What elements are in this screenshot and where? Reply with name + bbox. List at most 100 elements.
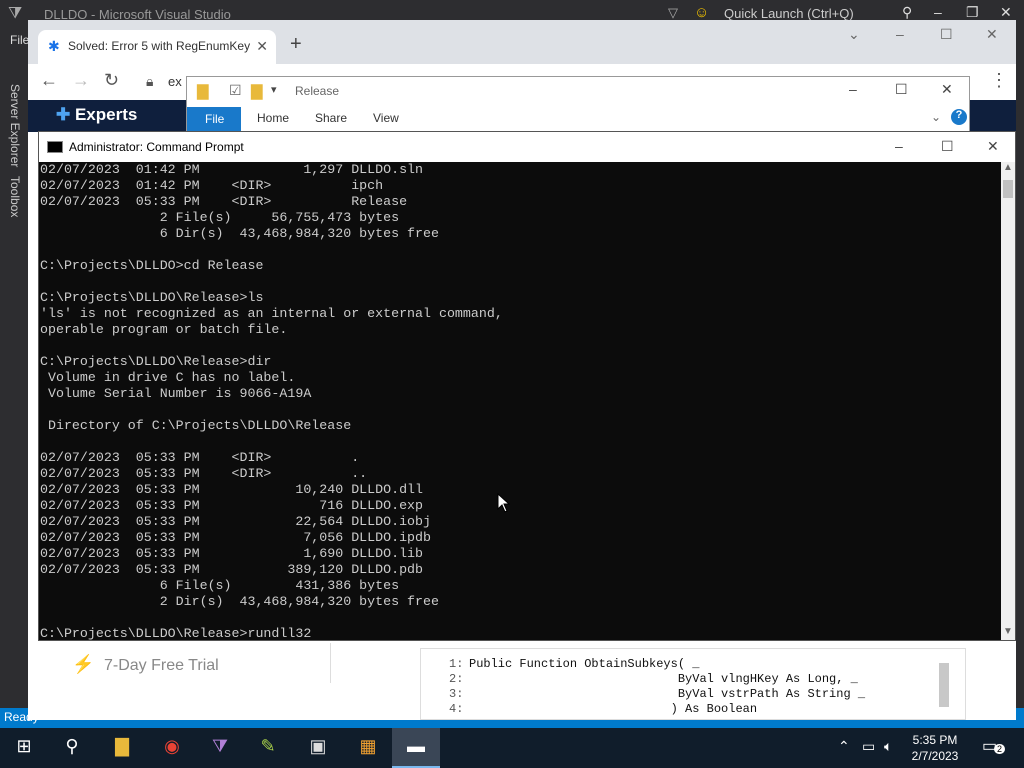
new-tab-icon[interactable]: + <box>290 33 302 56</box>
console-line: C:\Projects\DLLDO>cd Release <box>40 258 264 273</box>
free-trial-label: 7-Day Free Trial <box>104 657 219 674</box>
cmd-scrollbar[interactable]: ▲ ▼ <box>1001 162 1015 640</box>
properties-icon[interactable]: ☑ <box>229 82 242 99</box>
console-line: 'ls' is not recognized as an internal or… <box>40 306 503 321</box>
console-line: 02/07/2023 05:33 PM 389,120 DLLDO.pdb <box>40 562 424 577</box>
network-icon[interactable]: ▭ <box>862 738 875 755</box>
chrome-taskbar-button[interactable]: ◉ <box>148 728 196 768</box>
toolbox-tab[interactable]: Toolbox <box>8 176 22 217</box>
cmd-window-title: Administrator: Command Prompt <box>69 140 244 154</box>
experts-exchange-favicon-icon: ✱ <box>48 38 60 54</box>
code-snippet: 1: Public Function ObtainSubkeys( _ 2: B… <box>420 648 966 720</box>
chrome-maximize-icon[interactable]: ☐ <box>940 26 953 43</box>
search-button[interactable]: ⚲ <box>48 728 96 768</box>
clock-time: 5:35 PM <box>912 733 958 747</box>
windows-taskbar: ⊞ ⚲ ▇ ◉ ⧩ ✎ ▣ ▦ ▬ ⌃ ▭ 🔈︎ 5:35 PM 2/7/202… <box>0 728 1024 768</box>
search-icon: ⚲ <box>65 736 79 756</box>
browser-tab[interactable]: ✱ Solved: Error 5 with RegEnumKey ✕ <box>38 30 276 64</box>
show-hidden-icons-icon[interactable]: ⌃ <box>838 738 850 755</box>
tab-share[interactable]: Share <box>315 111 347 125</box>
cmd-close-icon[interactable]: ✕ <box>987 138 999 155</box>
console-line: Volume Serial Number is 9066-A19A <box>40 386 312 401</box>
reload-icon[interactable]: ↻ <box>104 70 119 91</box>
scroll-down-icon[interactable]: ▼ <box>1003 626 1013 637</box>
app-window-icon: ▣ <box>309 736 327 756</box>
code-line-number: 2: <box>449 672 464 686</box>
ribbon-expand-icon[interactable]: ⌄ <box>931 110 941 124</box>
tab-title: Solved: Error 5 with RegEnumKey <box>68 39 251 53</box>
back-icon[interactable]: ← <box>40 70 58 91</box>
lock-icon: 🔒︎ <box>146 73 154 89</box>
folder-icon: ▇ <box>115 736 129 756</box>
console-line: 6 File(s) 431,386 bytes <box>40 578 400 593</box>
app-taskbar-button[interactable]: ▣ <box>294 728 342 768</box>
close-icon[interactable]: ✕ <box>1000 4 1012 21</box>
tab-search-chevron-icon[interactable]: ⌄ <box>848 26 860 43</box>
windows-logo-icon: ⊞ <box>16 736 32 756</box>
free-trial-banner[interactable]: ⚡ 7-Day Free Trial <box>28 643 333 688</box>
chrome-close-icon[interactable]: ✕ <box>986 26 998 43</box>
address-bar[interactable]: ex <box>168 74 182 89</box>
new-folder-icon[interactable]: ▇ <box>251 82 263 100</box>
explorer-maximize-icon[interactable]: ☐ <box>895 81 908 98</box>
console-line: C:\Projects\DLLDO\Release>ls <box>40 290 264 305</box>
feedback-smiley-icon[interactable]: ☺ <box>694 4 709 21</box>
tab-home[interactable]: Home <box>257 111 289 125</box>
code-line: ByVal vstrPath As String _ <box>469 687 866 701</box>
cmd-taskbar-button[interactable]: ▬ <box>392 728 440 768</box>
code-line: Public Function ObtainSubkeys( _ <box>469 657 700 671</box>
console-line: 02/07/2023 05:33 PM 1,690 DLLDO.lib <box>40 546 424 561</box>
tab-close-icon[interactable]: ✕ <box>256 38 268 55</box>
mouse-cursor-icon <box>497 492 511 518</box>
cmd-maximize-icon[interactable]: ☐ <box>941 138 954 155</box>
app-de-taskbar-button[interactable]: ▦ <box>344 728 392 768</box>
explorer-minimize-icon[interactable]: – <box>849 81 857 97</box>
console-line: 2 File(s) 56,755,473 bytes <box>40 210 400 225</box>
cmd-minimize-icon[interactable]: – <box>895 138 903 154</box>
quick-access-dropdown-icon[interactable]: ▾ <box>271 83 277 96</box>
code-scrollbar[interactable] <box>939 663 949 707</box>
tab-file[interactable]: File <box>187 107 241 131</box>
filter-icon[interactable]: ▽ <box>668 5 678 21</box>
server-explorer-tab[interactable]: Server Explorer <box>8 84 22 167</box>
scroll-thumb[interactable] <box>1003 180 1013 198</box>
notepad-icon: ✎ <box>260 736 276 756</box>
code-line-number: 1: <box>449 657 464 671</box>
vs-menu-file[interactable]: File <box>10 33 29 47</box>
console-line: Volume in drive C has no label. <box>40 370 296 385</box>
action-center-icon[interactable]: ▭ 2 <box>982 736 1006 756</box>
minimize-icon[interactable]: – <box>934 4 942 20</box>
notification-badge: 2 <box>994 744 1006 754</box>
console-line: 02/07/2023 05:33 PM 10,240 DLLDO.dll <box>40 482 424 497</box>
notepad-taskbar-button[interactable]: ✎ <box>244 728 292 768</box>
restore-icon[interactable]: ❐ <box>966 4 979 21</box>
search-icon[interactable]: ⚲ <box>902 4 912 21</box>
experts-logo[interactable]: ✚ Experts <box>56 105 137 125</box>
cmd-console-output[interactable]: 02/07/2023 01:42 PM 1,297 DLLDO.sln 02/07… <box>39 162 1001 640</box>
console-line: 02/07/2023 05:33 PM <DIR> . <box>40 450 360 465</box>
help-icon[interactable]: ? <box>951 109 967 125</box>
explorer-close-icon[interactable]: ✕ <box>941 81 953 98</box>
console-line: C:\Projects\DLLDO\Release>rundll32 <box>40 626 312 640</box>
tab-view[interactable]: View <box>373 111 399 125</box>
de-app-icon: ▦ <box>359 736 377 756</box>
console-line: operable program or batch file. <box>40 322 288 337</box>
code-line-number: 3: <box>449 687 464 701</box>
lightning-icon: ⚡ <box>72 654 95 674</box>
console-line: 02/07/2023 05:33 PM 22,564 DLLDO.iobj <box>40 514 431 529</box>
chrome-minimize-icon[interactable]: – <box>896 26 904 42</box>
scroll-up-icon[interactable]: ▲ <box>1003 162 1013 173</box>
visual-studio-taskbar-button[interactable]: ⧩ <box>196 728 244 768</box>
file-explorer-taskbar-button[interactable]: ▇ <box>98 728 146 768</box>
site-logo-text: Experts <box>74 105 138 124</box>
chrome-icon: ◉ <box>164 736 180 756</box>
code-line: ) As Boolean <box>469 702 758 716</box>
folder-icon: ▇ <box>197 83 209 100</box>
volume-icon[interactable]: 🔈︎ <box>884 738 892 755</box>
experts-logo-icon: ✚ <box>56 105 75 124</box>
forward-icon[interactable]: → <box>72 70 90 91</box>
start-button[interactable]: ⊞ <box>0 728 48 768</box>
clock[interactable]: 5:35 PM 2/7/2023 <box>900 732 970 764</box>
file-explorer-window: ▇ ☑ ▇ ▾ Release – ☐ ✕ File Home Share Vi… <box>186 76 970 132</box>
chrome-menu-icon[interactable]: ⋮ <box>990 70 1008 91</box>
